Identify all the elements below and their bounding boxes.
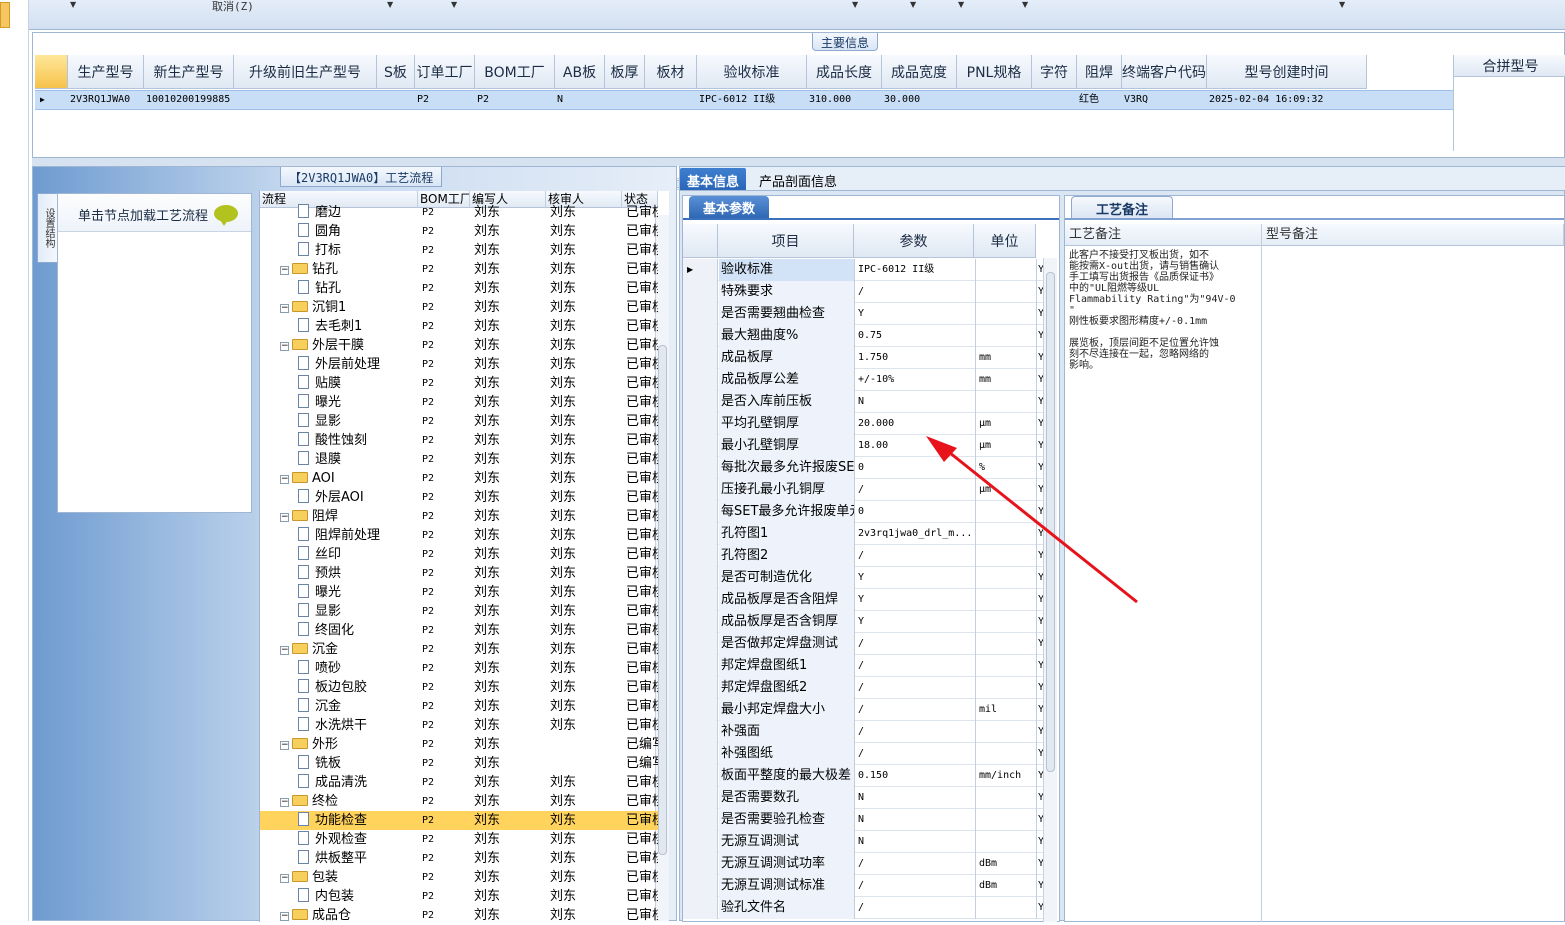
annotation-arrow — [926, 436, 1138, 604]
arrow-shaft — [939, 443, 1138, 604]
arrow-head-icon — [926, 436, 957, 462]
